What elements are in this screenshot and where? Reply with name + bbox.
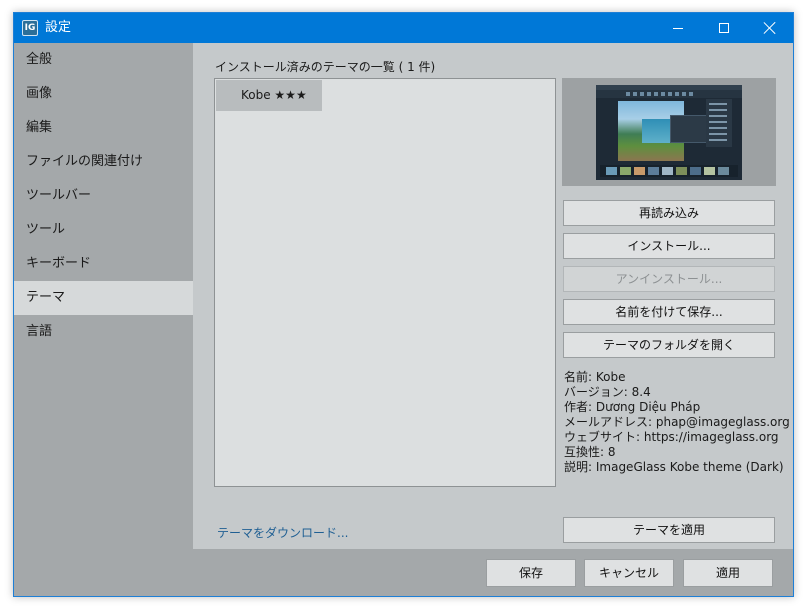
install-button[interactable]: インストール... <box>563 233 775 259</box>
minimize-button[interactable] <box>655 13 701 43</box>
installed-themes-heading: インストール済みのテーマの一覧 ( 1 件) <box>215 60 436 74</box>
theme-info-name: 名前: Kobe <box>564 370 626 384</box>
sidebar-item-image[interactable]: 画像 <box>14 77 193 111</box>
window-title: 設定 <box>45 20 72 35</box>
sidebar-item-file-associations[interactable]: ファイルの関連付け <box>14 145 193 179</box>
close-icon <box>764 22 776 34</box>
theme-info-email: メールアドレス: phap@imageglass.org <box>564 415 790 429</box>
sidebar-item-edit[interactable]: 編集 <box>14 111 193 145</box>
theme-info-version: バージョン: 8.4 <box>564 385 651 399</box>
installed-themes-list[interactable]: Kobe ★★★ <box>214 78 556 487</box>
maximize-button[interactable] <box>701 13 747 43</box>
cancel-button[interactable]: キャンセル <box>584 559 674 587</box>
theme-preview-screenshot <box>596 85 742 180</box>
maximize-icon <box>719 23 729 33</box>
theme-settings-panel: インストール済みのテーマの一覧 ( 1 件) Kobe ★★★ 再読み込み イン… <box>193 43 793 549</box>
theme-preview-image <box>562 78 776 186</box>
save-button[interactable]: 保存 <box>486 559 576 587</box>
sidebar-item-general[interactable]: 全般 <box>14 43 193 77</box>
save-as-button[interactable]: 名前を付けて保存... <box>563 299 775 325</box>
apply-theme-button[interactable]: テーマを適用 <box>563 517 775 543</box>
sidebar-item-language[interactable]: 言語 <box>14 315 193 349</box>
sidebar-item-tools[interactable]: ツール <box>14 213 193 247</box>
theme-info-website: ウェブサイト: https://imageglass.org <box>564 430 779 444</box>
dialog-footer: 保存 キャンセル 適用 <box>14 549 793 596</box>
imageglass-app-icon: IG <box>22 20 38 36</box>
theme-info-compatibility: 互換性: 8 <box>564 445 616 459</box>
list-item-theme-kobe[interactable]: Kobe ★★★ <box>216 80 322 111</box>
sidebar-item-theme[interactable]: テーマ <box>14 281 193 315</box>
sidebar-item-keyboard[interactable]: キーボード <box>14 247 193 281</box>
minimize-icon <box>673 27 683 29</box>
settings-sidebar: 全般 画像 編集 ファイルの関連付け ツールバー ツール キーボード テーマ 言… <box>14 43 193 549</box>
uninstall-button[interactable]: アンインストール... <box>563 266 775 292</box>
sidebar-item-toolbar[interactable]: ツールバー <box>14 179 193 213</box>
reload-button[interactable]: 再読み込み <box>563 200 775 226</box>
open-theme-folder-button[interactable]: テーマのフォルダを開く <box>563 332 775 358</box>
settings-window: IG 設定 全般 画像 編集 ファイルの関連付け ツールバー ツール キーボード… <box>13 12 794 597</box>
theme-info-description: 説明: ImageGlass Kobe theme (Dark) <box>564 460 784 474</box>
apply-button[interactable]: 適用 <box>683 559 773 587</box>
download-themes-link[interactable]: テーマをダウンロード... <box>217 524 348 541</box>
theme-info-author: 作者: Dương Diệu Pháp <box>564 400 701 414</box>
close-button[interactable] <box>747 13 793 43</box>
title-bar[interactable]: IG 設定 <box>14 13 793 43</box>
